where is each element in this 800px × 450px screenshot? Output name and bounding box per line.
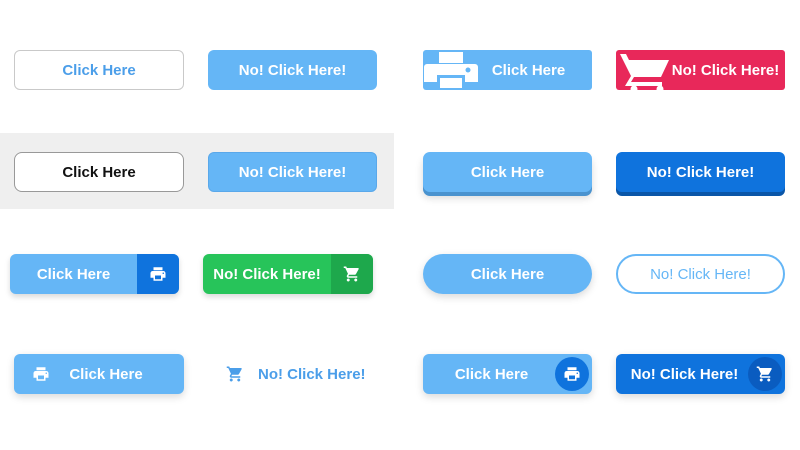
- cart-icon-section: [331, 254, 373, 294]
- printer-icon-section: [137, 254, 179, 294]
- no-click-here-split-cart-button[interactable]: No! Click Here!: [203, 254, 373, 294]
- button-label: Click Here: [36, 265, 111, 283]
- no-click-here-pill-outline-button[interactable]: No! Click Here!: [616, 254, 785, 294]
- printer-icon: [150, 267, 166, 281]
- click-here-printer-button[interactable]: Click Here: [423, 50, 592, 90]
- printer-icon: [33, 367, 49, 381]
- printer-icon: [424, 52, 478, 88]
- button-label: No! Click Here!: [258, 365, 366, 383]
- cart-icon: [756, 366, 772, 382]
- cart-icon: [226, 366, 242, 382]
- button-label: No! Click Here!: [238, 163, 347, 181]
- click-here-split-printer-button[interactable]: Click Here: [10, 254, 179, 294]
- click-here-dark-outline-button[interactable]: Click Here: [14, 152, 184, 192]
- button-label: Click Here: [69, 365, 143, 383]
- button-label: Click Here: [470, 265, 545, 283]
- button-label: Click Here: [62, 163, 136, 181]
- cart-icon: [616, 54, 669, 90]
- printer-icon-circle: [555, 357, 589, 391]
- click-here-outline-button[interactable]: Click Here: [14, 50, 184, 90]
- button-label: No! Click Here!: [238, 61, 347, 79]
- button-label: No! Click Here!: [650, 265, 751, 283]
- no-click-here-circle-cart-button[interactable]: No! Click Here!: [616, 354, 785, 394]
- no-click-here-button[interactable]: No! Click Here!: [208, 50, 377, 90]
- click-here-printer-left-button[interactable]: Click Here: [14, 354, 184, 394]
- cart-icon: [343, 266, 359, 282]
- button-label: No! Click Here!: [646, 163, 755, 181]
- no-click-here-cart-link[interactable]: No! Click Here!: [210, 354, 380, 394]
- button-label: No! Click Here!: [671, 61, 780, 79]
- button-label: No! Click Here!: [213, 265, 321, 283]
- click-here-raised-button[interactable]: Click Here: [423, 152, 592, 192]
- click-here-pill-button[interactable]: Click Here: [423, 254, 592, 294]
- button-label: Click Here: [491, 61, 566, 79]
- button-label: Click Here: [470, 163, 545, 181]
- no-click-here-cart-button[interactable]: No! Click Here!: [616, 50, 785, 90]
- button-label: Click Here: [62, 61, 136, 79]
- no-click-here-button[interactable]: No! Click Here!: [208, 152, 377, 192]
- no-click-here-raised-button[interactable]: No! Click Here!: [616, 152, 785, 192]
- printer-icon: [564, 367, 580, 381]
- click-here-circle-printer-button[interactable]: Click Here: [423, 354, 592, 394]
- cart-icon-circle: [748, 357, 782, 391]
